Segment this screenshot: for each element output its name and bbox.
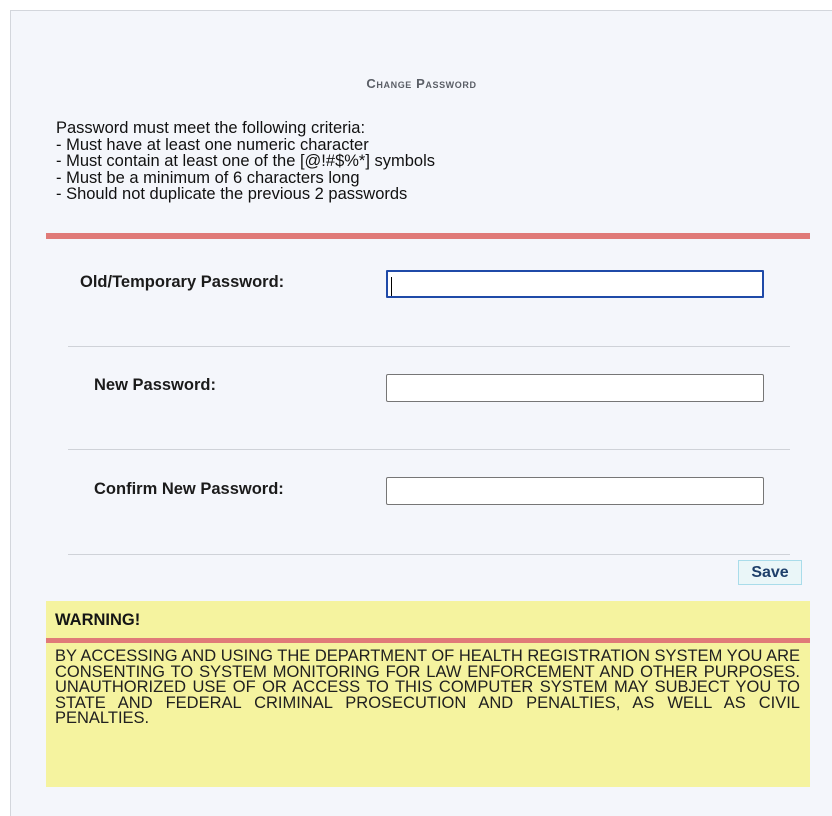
text-caret	[391, 277, 392, 296]
old-password-label: Old/Temporary Password:	[80, 273, 285, 291]
criteria-rule: - Must be a minimum of 6 characters long	[56, 168, 360, 187]
criteria-rule: - Should not duplicate the previous 2 pa…	[56, 185, 408, 203]
criteria-rule: - Must contain at least one of the [@!#$…	[56, 152, 436, 170]
change-password-panel: Change Password Password must meet the f…	[10, 10, 832, 816]
confirm-password-input[interactable]	[386, 477, 764, 505]
criteria-rule: - Must have at least one numeric charact…	[56, 135, 369, 154]
warning-divider	[46, 638, 810, 643]
criteria-divider	[46, 233, 810, 239]
row-divider	[68, 346, 790, 347]
row-divider	[68, 554, 790, 555]
confirm-password-label: Confirm New Password:	[94, 480, 284, 498]
warning-text: BY ACCESSING AND USING THE DEPARTMENT OF…	[55, 647, 800, 727]
new-password-input[interactable]	[386, 374, 764, 402]
save-button[interactable]: Save	[738, 560, 802, 585]
row-divider	[68, 449, 790, 450]
password-criteria: Password must meet the following criteri…	[56, 120, 816, 203]
old-password-input[interactable]	[386, 270, 764, 298]
new-password-label: New Password:	[94, 376, 216, 394]
warning-title: WARNING!	[55, 611, 141, 629]
criteria-intro: Password must meet the following criteri…	[56, 119, 366, 137]
warning-box: WARNING! BY ACCESSING AND USING THE DEPA…	[46, 601, 810, 787]
page-title: Change Password	[366, 76, 477, 91]
